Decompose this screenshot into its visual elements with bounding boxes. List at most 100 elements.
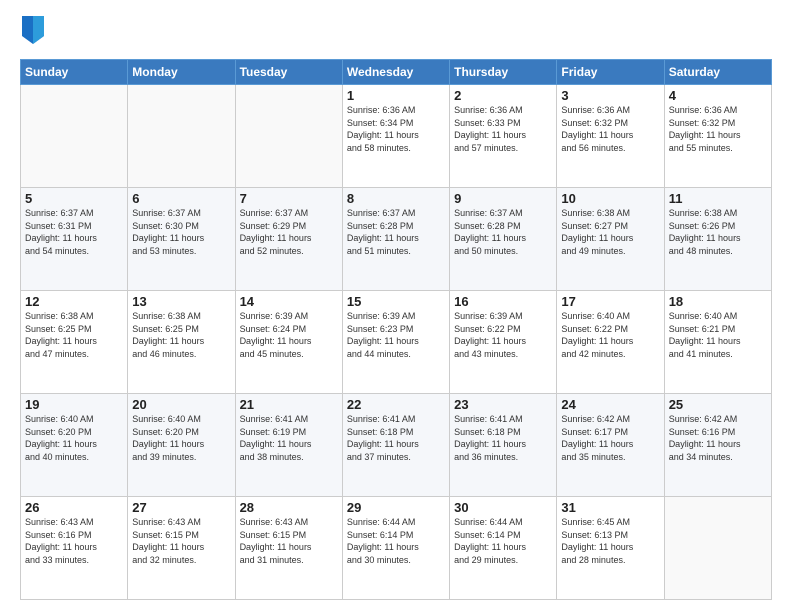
day-info: Sunrise: 6:39 AM Sunset: 6:22 PM Dayligh… [454,310,552,360]
calendar-cell: 18Sunrise: 6:40 AM Sunset: 6:21 PM Dayli… [664,291,771,394]
calendar-cell: 29Sunrise: 6:44 AM Sunset: 6:14 PM Dayli… [342,497,449,600]
day-number: 29 [347,500,445,515]
day-info: Sunrise: 6:38 AM Sunset: 6:25 PM Dayligh… [25,310,123,360]
calendar-cell [21,85,128,188]
day-number: 9 [454,191,552,206]
weekday-header-wednesday: Wednesday [342,60,449,85]
weekday-header-saturday: Saturday [664,60,771,85]
day-number: 5 [25,191,123,206]
day-info: Sunrise: 6:43 AM Sunset: 6:15 PM Dayligh… [132,516,230,566]
calendar-cell: 8Sunrise: 6:37 AM Sunset: 6:28 PM Daylig… [342,188,449,291]
day-number: 11 [669,191,767,206]
calendar-cell: 28Sunrise: 6:43 AM Sunset: 6:15 PM Dayli… [235,497,342,600]
week-row-4: 19Sunrise: 6:40 AM Sunset: 6:20 PM Dayli… [21,394,772,497]
day-number: 20 [132,397,230,412]
day-number: 17 [561,294,659,309]
header [20,16,772,49]
calendar-cell: 24Sunrise: 6:42 AM Sunset: 6:17 PM Dayli… [557,394,664,497]
day-number: 3 [561,88,659,103]
calendar-cell: 31Sunrise: 6:45 AM Sunset: 6:13 PM Dayli… [557,497,664,600]
day-number: 7 [240,191,338,206]
day-number: 10 [561,191,659,206]
calendar-cell: 3Sunrise: 6:36 AM Sunset: 6:32 PM Daylig… [557,85,664,188]
day-info: Sunrise: 6:36 AM Sunset: 6:33 PM Dayligh… [454,104,552,154]
day-info: Sunrise: 6:39 AM Sunset: 6:24 PM Dayligh… [240,310,338,360]
day-info: Sunrise: 6:37 AM Sunset: 6:31 PM Dayligh… [25,207,123,257]
day-number: 19 [25,397,123,412]
day-info: Sunrise: 6:36 AM Sunset: 6:32 PM Dayligh… [561,104,659,154]
day-number: 16 [454,294,552,309]
calendar-cell: 13Sunrise: 6:38 AM Sunset: 6:25 PM Dayli… [128,291,235,394]
calendar-cell: 16Sunrise: 6:39 AM Sunset: 6:22 PM Dayli… [450,291,557,394]
calendar-cell [664,497,771,600]
day-info: Sunrise: 6:42 AM Sunset: 6:16 PM Dayligh… [669,413,767,463]
day-info: Sunrise: 6:37 AM Sunset: 6:30 PM Dayligh… [132,207,230,257]
day-number: 28 [240,500,338,515]
day-number: 2 [454,88,552,103]
day-number: 30 [454,500,552,515]
day-info: Sunrise: 6:43 AM Sunset: 6:16 PM Dayligh… [25,516,123,566]
weekday-header-tuesday: Tuesday [235,60,342,85]
day-info: Sunrise: 6:44 AM Sunset: 6:14 PM Dayligh… [454,516,552,566]
calendar-cell: 26Sunrise: 6:43 AM Sunset: 6:16 PM Dayli… [21,497,128,600]
calendar-cell: 10Sunrise: 6:38 AM Sunset: 6:27 PM Dayli… [557,188,664,291]
day-number: 13 [132,294,230,309]
week-row-1: 1Sunrise: 6:36 AM Sunset: 6:34 PM Daylig… [21,85,772,188]
calendar-cell: 30Sunrise: 6:44 AM Sunset: 6:14 PM Dayli… [450,497,557,600]
day-info: Sunrise: 6:40 AM Sunset: 6:21 PM Dayligh… [669,310,767,360]
calendar-cell: 2Sunrise: 6:36 AM Sunset: 6:33 PM Daylig… [450,85,557,188]
week-row-2: 5Sunrise: 6:37 AM Sunset: 6:31 PM Daylig… [21,188,772,291]
calendar-cell: 15Sunrise: 6:39 AM Sunset: 6:23 PM Dayli… [342,291,449,394]
day-info: Sunrise: 6:37 AM Sunset: 6:28 PM Dayligh… [347,207,445,257]
calendar-cell: 7Sunrise: 6:37 AM Sunset: 6:29 PM Daylig… [235,188,342,291]
day-number: 26 [25,500,123,515]
day-info: Sunrise: 6:41 AM Sunset: 6:18 PM Dayligh… [347,413,445,463]
calendar-cell: 25Sunrise: 6:42 AM Sunset: 6:16 PM Dayli… [664,394,771,497]
day-number: 25 [669,397,767,412]
day-info: Sunrise: 6:41 AM Sunset: 6:18 PM Dayligh… [454,413,552,463]
day-number: 21 [240,397,338,412]
day-info: Sunrise: 6:36 AM Sunset: 6:32 PM Dayligh… [669,104,767,154]
day-info: Sunrise: 6:39 AM Sunset: 6:23 PM Dayligh… [347,310,445,360]
calendar-cell: 6Sunrise: 6:37 AM Sunset: 6:30 PM Daylig… [128,188,235,291]
weekday-header-thursday: Thursday [450,60,557,85]
logo [20,16,44,49]
day-info: Sunrise: 6:42 AM Sunset: 6:17 PM Dayligh… [561,413,659,463]
day-info: Sunrise: 6:43 AM Sunset: 6:15 PM Dayligh… [240,516,338,566]
calendar-cell: 14Sunrise: 6:39 AM Sunset: 6:24 PM Dayli… [235,291,342,394]
day-number: 18 [669,294,767,309]
day-info: Sunrise: 6:38 AM Sunset: 6:26 PM Dayligh… [669,207,767,257]
day-info: Sunrise: 6:38 AM Sunset: 6:27 PM Dayligh… [561,207,659,257]
day-info: Sunrise: 6:40 AM Sunset: 6:20 PM Dayligh… [25,413,123,463]
day-info: Sunrise: 6:45 AM Sunset: 6:13 PM Dayligh… [561,516,659,566]
calendar-cell: 21Sunrise: 6:41 AM Sunset: 6:19 PM Dayli… [235,394,342,497]
day-info: Sunrise: 6:40 AM Sunset: 6:20 PM Dayligh… [132,413,230,463]
week-row-5: 26Sunrise: 6:43 AM Sunset: 6:16 PM Dayli… [21,497,772,600]
calendar-cell: 9Sunrise: 6:37 AM Sunset: 6:28 PM Daylig… [450,188,557,291]
weekday-header-sunday: Sunday [21,60,128,85]
day-number: 22 [347,397,445,412]
day-info: Sunrise: 6:44 AM Sunset: 6:14 PM Dayligh… [347,516,445,566]
day-info: Sunrise: 6:37 AM Sunset: 6:28 PM Dayligh… [454,207,552,257]
day-number: 6 [132,191,230,206]
day-number: 12 [25,294,123,309]
calendar-cell: 1Sunrise: 6:36 AM Sunset: 6:34 PM Daylig… [342,85,449,188]
calendar: SundayMondayTuesdayWednesdayThursdayFrid… [20,59,772,600]
logo-icon [22,16,44,44]
day-number: 8 [347,191,445,206]
day-number: 15 [347,294,445,309]
calendar-cell: 22Sunrise: 6:41 AM Sunset: 6:18 PM Dayli… [342,394,449,497]
weekday-header-monday: Monday [128,60,235,85]
day-number: 1 [347,88,445,103]
calendar-cell: 27Sunrise: 6:43 AM Sunset: 6:15 PM Dayli… [128,497,235,600]
calendar-cell [128,85,235,188]
day-info: Sunrise: 6:41 AM Sunset: 6:19 PM Dayligh… [240,413,338,463]
calendar-cell: 4Sunrise: 6:36 AM Sunset: 6:32 PM Daylig… [664,85,771,188]
day-number: 23 [454,397,552,412]
day-number: 4 [669,88,767,103]
day-number: 31 [561,500,659,515]
day-info: Sunrise: 6:37 AM Sunset: 6:29 PM Dayligh… [240,207,338,257]
weekday-header-row: SundayMondayTuesdayWednesdayThursdayFrid… [21,60,772,85]
page: SundayMondayTuesdayWednesdayThursdayFrid… [0,0,792,612]
calendar-cell: 17Sunrise: 6:40 AM Sunset: 6:22 PM Dayli… [557,291,664,394]
